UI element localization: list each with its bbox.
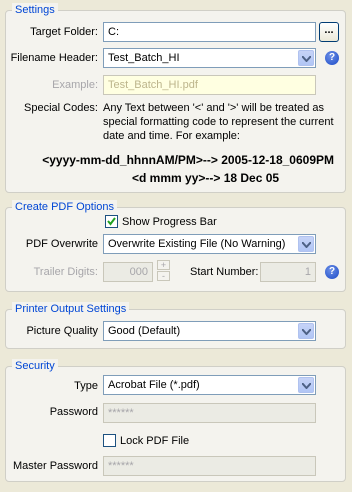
type-select[interactable]: Acrobat File (*.pdf) [103,375,316,395]
help-icon[interactable]: ? [325,51,339,65]
settings-group: Settings Target Folder: C: ... Filename … [5,3,346,193]
security-title: Security [12,359,58,373]
start-number-input[interactable]: 1 [260,262,316,282]
chevron-down-icon[interactable] [298,50,314,66]
pdf-options-group: Create PDF Options Show Progress Bar PDF… [5,200,346,292]
trailer-digits-input[interactable]: 000 [103,262,153,282]
security-group: Security Type Acrobat File (*.pdf) Passw… [5,359,346,482]
overwrite-select[interactable]: Overwrite Existing File (No Warning) [103,234,316,254]
help-icon[interactable]: ? [325,265,339,279]
trailer-digits-up[interactable]: + [157,260,170,270]
picture-quality-select[interactable]: Good (Default) [103,321,316,341]
show-progress-checkbox[interactable] [105,215,118,228]
filename-header-value: Test_Batch_HI [108,52,180,64]
picture-quality-value: Good (Default) [108,325,181,337]
settings-title: Settings [12,3,58,17]
lock-pdf-checkbox[interactable] [103,434,116,447]
special-codes-text: Any Text between '<' and '>' will be tre… [103,102,334,142]
chevron-down-icon[interactable] [298,377,314,393]
printer-output-title: Printer Output Settings [12,302,130,316]
browse-button[interactable]: ... [319,22,339,42]
start-number-label: Start Number: [190,266,259,278]
filename-header-select[interactable]: Test_Batch_HI [103,48,316,68]
show-progress-label[interactable]: Show Progress Bar [122,215,217,229]
target-folder-input[interactable]: C: [103,22,316,42]
filename-header-label: Filename Header: [10,52,98,64]
chevron-down-icon[interactable] [298,236,314,252]
example-preview: Test_Batch_HI.pdf [103,75,316,95]
target-folder-label: Target Folder: [30,26,98,38]
example-code-2: <d mmm yy>--> 18 Dec 05 [132,171,280,185]
special-codes-label: Special Codes: [24,102,98,114]
password-input[interactable]: ****** [103,403,316,423]
lock-pdf-label[interactable]: Lock PDF File [120,434,189,448]
overwrite-value: Overwrite Existing File (No Warning) [108,238,286,250]
trailer-digits-label: Trailer Digits: [33,266,98,278]
type-label: Type [74,380,98,392]
example-code-1: <yyyy-mm-dd_hhnnAM/PM>--> 2005-12-18_060… [42,153,334,167]
overwrite-label: PDF Overwrite [25,238,98,250]
chevron-down-icon[interactable] [298,323,314,339]
example-label: Example: [52,79,98,91]
master-password-label: Master Password [13,460,98,472]
type-value: Acrobat File (*.pdf) [108,379,200,391]
pdf-options-title: Create PDF Options [12,200,118,214]
trailer-digits-down[interactable]: - [157,271,170,281]
master-password-input[interactable]: ****** [103,456,316,476]
picture-quality-label: Picture Quality [26,325,98,337]
password-label: Password [49,406,98,418]
printer-output-group: Printer Output Settings Picture Quality … [5,302,346,349]
